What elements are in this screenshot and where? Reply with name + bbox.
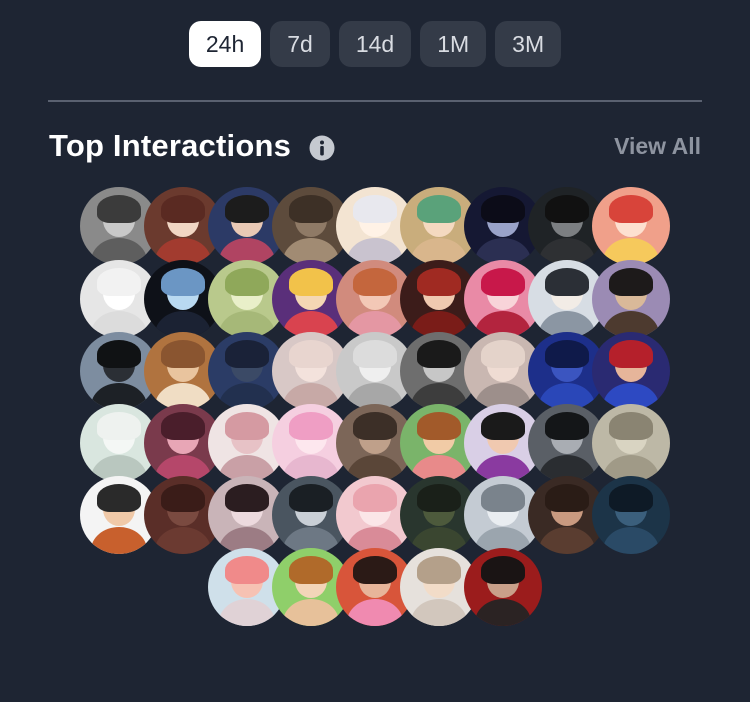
top-interactions-panel: 24h 7d 14d 1M 3M Top Interactions View A…: [0, 0, 750, 702]
avatar[interactable]: [592, 404, 670, 482]
avatar[interactable]: [592, 260, 670, 338]
avatar-grid: [0, 0, 750, 702]
avatar[interactable]: [592, 332, 670, 410]
avatar[interactable]: [592, 187, 670, 265]
avatar[interactable]: [464, 548, 542, 626]
avatar[interactable]: [592, 476, 670, 554]
